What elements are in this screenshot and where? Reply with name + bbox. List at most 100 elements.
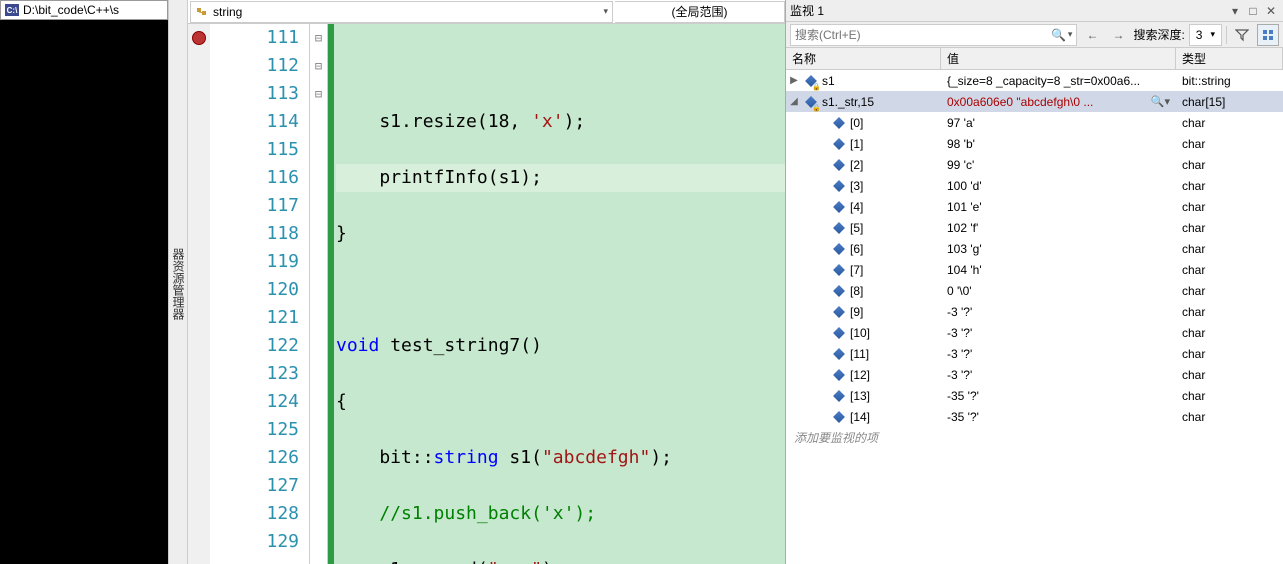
expand-toggle[interactable]: ▶ [788, 75, 800, 86]
watch-toolbar: 🔍 ▾ ← → 搜索深度: 3 ▾ [786, 22, 1283, 48]
watch-type: char [1176, 305, 1283, 319]
fold-toggle[interactable]: ⊟ [310, 52, 327, 80]
line-number: 112 [210, 52, 299, 80]
watch-row[interactable]: [6]103 'g'char [786, 238, 1283, 259]
watch-columns-header: 名称 值 类型 [786, 48, 1283, 70]
breakpoint-slot[interactable] [188, 24, 210, 52]
line-number: 126 [210, 444, 299, 472]
fold-toggle[interactable]: ⊟ [310, 24, 327, 52]
watch-type: char [1176, 179, 1283, 193]
watch-row[interactable]: [1]98 'b'char [786, 133, 1283, 154]
watch-type: char[15] [1176, 95, 1283, 109]
expand-toggle[interactable]: ◢ [788, 96, 800, 107]
watch-value: -3 '?' [947, 305, 972, 319]
variable-icon [832, 242, 846, 256]
watch-row[interactable]: ◢s1._str,150x00a606e0 "abcdefgh\0 ...🔍▾c… [786, 91, 1283, 112]
watch-body[interactable]: ▶s1{_size=8 _capacity=8 _str=0x00a6...bi… [786, 70, 1283, 564]
watch-name: [5] [850, 221, 863, 235]
col-header-value[interactable]: 值 [941, 48, 1176, 69]
line-number: 118 [210, 220, 299, 248]
code-editor[interactable]: 1111121131141151161171181191201211221231… [188, 24, 785, 564]
watch-row[interactable]: [13]-35 '?'char [786, 385, 1283, 406]
line-number: 119 [210, 248, 299, 276]
code-line[interactable]: s1.resize(18, 'x'); [336, 108, 785, 136]
side-tab-explorer[interactable]: 器资源管理器 [168, 0, 188, 564]
variable-icon [832, 179, 846, 193]
code-line[interactable]: void test_string7() [336, 332, 785, 360]
fold-margin[interactable]: ⊟⊟⊟ [310, 24, 328, 564]
watch-row[interactable]: [9]-3 '?'char [786, 301, 1283, 322]
col-header-type[interactable]: 类型 [1176, 48, 1283, 69]
col-header-name[interactable]: 名称 [786, 48, 941, 69]
fold-toggle[interactable]: ⊟ [310, 80, 327, 108]
nav-forward-icon[interactable]: → [1107, 24, 1129, 46]
watch-value: -3 '?' [947, 326, 972, 340]
code-line[interactable]: //s1.push_back('x'); [336, 500, 785, 528]
watch-row[interactable]: [3]100 'd'char [786, 175, 1283, 196]
chevron-down-icon: ▾ [1210, 29, 1215, 40]
dropdown-left-text: string [213, 5, 242, 19]
line-number: 117 [210, 192, 299, 220]
watch-name: [6] [850, 242, 863, 256]
watch-row[interactable]: [7]104 'h'char [786, 259, 1283, 280]
code-line[interactable]: { [336, 388, 785, 416]
code-content[interactable]: s1.resize(18, 'x'); printfInfo(s1); } vo… [334, 24, 785, 564]
add-watch-row[interactable]: 添加要监视的项 [786, 427, 1283, 448]
window-pin-icon[interactable]: ▾ [1227, 3, 1243, 19]
watch-row[interactable]: [14]-35 '?'char [786, 406, 1283, 427]
watch-row[interactable]: [0]97 'a'char [786, 112, 1283, 133]
chevron-down-icon[interactable]: ▾ [1068, 29, 1073, 40]
code-line[interactable]: } [336, 220, 785, 248]
scope-dropdown-right[interactable]: (全局范围) [615, 1, 785, 23]
editor-panel: string ▾ (全局范围) 111112113114115116117118… [188, 0, 785, 564]
watch-search-box[interactable]: 🔍 ▾ [790, 24, 1077, 46]
watch-row[interactable]: [8]0 '\0'char [786, 280, 1283, 301]
watch-row[interactable]: [4]101 'e'char [786, 196, 1283, 217]
watch-type: char [1176, 347, 1283, 361]
watch-row[interactable]: [2]99 'c'char [786, 154, 1283, 175]
properties-icon[interactable] [1257, 24, 1279, 46]
watch-value: 99 'c' [947, 158, 974, 172]
watch-type: char [1176, 158, 1283, 172]
code-line[interactable]: printfInfo(s1); [336, 164, 785, 192]
editor-toolbar: string ▾ (全局范围) [188, 0, 785, 24]
depth-value: 3 [1196, 28, 1203, 42]
watch-value: -3 '?' [947, 368, 972, 382]
code-line[interactable] [336, 276, 785, 304]
window-maximize-icon[interactable]: □ [1245, 3, 1261, 19]
close-icon[interactable]: ✕ [1263, 3, 1279, 19]
watch-name: [13] [850, 389, 870, 403]
code-line[interactable]: bit::string s1("abcdefgh"); [336, 444, 785, 472]
watch-name: s1._str,15 [822, 95, 874, 109]
code-line[interactable]: s1.append("xxx"); [336, 556, 785, 564]
breakpoint-icon[interactable] [192, 31, 206, 45]
line-number: 123 [210, 360, 299, 388]
watch-titlebar[interactable]: 监视 1 ▾ □ ✕ [786, 0, 1283, 22]
console-title-text: D:\bit_code\C++\s [23, 3, 119, 17]
watch-name: [8] [850, 284, 863, 298]
class-icon [195, 5, 209, 19]
search-icon[interactable]: 🔍 [1051, 28, 1066, 42]
watch-type: char [1176, 326, 1283, 340]
console-titlebar[interactable]: C:\ D:\bit_code\C++\s [0, 0, 168, 20]
depth-dropdown[interactable]: 3 ▾ [1189, 24, 1222, 46]
watch-name: [1] [850, 137, 863, 151]
breakpoint-margin[interactable] [188, 24, 210, 564]
watch-row[interactable]: [10]-3 '?'char [786, 322, 1283, 343]
variable-icon [832, 263, 846, 277]
nav-back-icon[interactable]: ← [1081, 24, 1103, 46]
scope-dropdown-left[interactable]: string ▾ [190, 1, 613, 23]
watch-row[interactable]: [5]102 'f'char [786, 217, 1283, 238]
code-line[interactable] [336, 52, 785, 80]
watch-name: [4] [850, 200, 863, 214]
watch-row[interactable]: [11]-3 '?'char [786, 343, 1283, 364]
variable-icon [832, 284, 846, 298]
watch-row[interactable]: ▶s1{_size=8 _capacity=8 _str=0x00a6...bi… [786, 70, 1283, 91]
watch-value: 101 'e' [947, 200, 982, 214]
watch-search-input[interactable] [795, 28, 1051, 42]
watch-row[interactable]: [12]-3 '?'char [786, 364, 1283, 385]
watch-type: char [1176, 368, 1283, 382]
filter-icon[interactable] [1231, 24, 1253, 46]
visualizer-icon[interactable]: 🔍▾ [1151, 95, 1170, 108]
line-number: 121 [210, 304, 299, 332]
